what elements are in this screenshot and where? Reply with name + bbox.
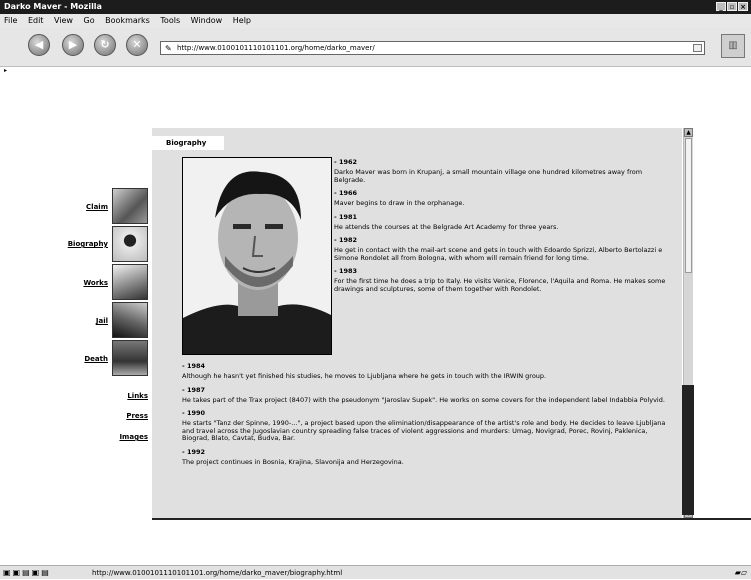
- page-icon: ✎: [165, 44, 172, 53]
- window-titlebar: Darko Maver - Mozilla _ ▫ ×: [0, 0, 751, 14]
- bio-text: He get in contact with the mail-art scen…: [334, 246, 663, 262]
- go-button[interactable]: [693, 44, 702, 52]
- biography-frame: Biography - 1962 Darko Maver was born in…: [152, 128, 682, 518]
- forward-icon: ▶: [68, 38, 78, 51]
- stop-button[interactable]: ✕: [126, 34, 148, 56]
- bio-text: The project continues in Bosnia, Krajina…: [182, 457, 404, 466]
- stop-icon: ✕: [132, 38, 142, 51]
- reload-button[interactable]: ↻: [94, 34, 116, 56]
- nav-link-press[interactable]: Press: [100, 412, 148, 420]
- window-controls: _ ▫ ×: [716, 2, 748, 11]
- bio-text: Although he hasn't yet finished his stud…: [182, 372, 547, 380]
- close-button[interactable]: ×: [738, 2, 748, 11]
- bio-year: - 1981: [334, 212, 358, 221]
- back-icon: ◀: [34, 38, 44, 51]
- sidebar-toggle-icon[interactable]: ▸: [4, 67, 16, 74]
- forward-button[interactable]: ▶: [62, 34, 84, 56]
- menu-tools[interactable]: Tools: [160, 16, 180, 25]
- status-url: http://www.0100101110101101.org/home/dar…: [92, 569, 343, 577]
- nav-link-jail[interactable]: Jail: [60, 317, 108, 325]
- minimize-button[interactable]: _: [716, 2, 726, 11]
- url-field[interactable]: ✎ http://www.0100101110101101.org/home/d…: [160, 41, 705, 55]
- url-text: http://www.0100101110101101.org/home/dar…: [177, 44, 375, 52]
- thumbnail-claim[interactable]: [112, 188, 148, 224]
- menu-bar: File Edit View Go Bookmarks Tools Window…: [0, 14, 751, 28]
- nav-link-death[interactable]: Death: [60, 355, 108, 363]
- bio-year: - 1992: [182, 447, 206, 456]
- nav-link-claim[interactable]: Claim: [60, 203, 108, 211]
- maximize-button[interactable]: ▫: [727, 2, 737, 11]
- bio-year: - 1962: [334, 158, 358, 166]
- thumbnail-death[interactable]: [112, 340, 148, 376]
- nav-link-links[interactable]: Links: [100, 392, 148, 400]
- bio-year: - 1987: [182, 385, 206, 394]
- bio-text: Darko Maver was born in Krupanj, a small…: [334, 168, 643, 184]
- nav-link-images[interactable]: Images: [100, 433, 148, 441]
- menu-edit[interactable]: Edit: [28, 16, 44, 25]
- scroll-thumb[interactable]: [685, 138, 692, 273]
- thumbnail-works[interactable]: [112, 264, 148, 300]
- bio-year: - 1984: [182, 362, 206, 370]
- scroll-up-arrow-icon[interactable]: ▲: [684, 128, 693, 137]
- menu-file[interactable]: File: [4, 16, 17, 25]
- reload-icon: ↻: [100, 38, 110, 51]
- status-component-icons[interactable]: ▣▣▤▣▤: [3, 566, 51, 580]
- navigation-toolbar: ◀ ▶ ↻ ✕ ✎ http://www.0100101110101101.or…: [0, 28, 751, 67]
- security-lock-icon: ▰▱: [734, 568, 747, 577]
- bio-year: - 1966: [334, 189, 358, 197]
- nav-link-biography[interactable]: Biography: [50, 240, 108, 248]
- nav-link-works[interactable]: Works: [60, 279, 108, 287]
- portrait-image: [183, 158, 331, 354]
- window-title: Darko Maver - Mozilla: [4, 2, 102, 11]
- scroll-track-shadow: [682, 385, 694, 515]
- bio-text: He attends the courses at the Belgrade A…: [334, 222, 559, 231]
- bio-year: - 1990: [182, 409, 206, 417]
- bio-text: He takes part of the Trax project (8407)…: [182, 395, 665, 404]
- tab-biography: Biography: [152, 136, 224, 150]
- menu-window[interactable]: Window: [191, 16, 223, 25]
- bio-text: Maver begins to draw in the orphanage.: [334, 199, 465, 207]
- biography-continued: - 1984 Although he hasn't yet finished h…: [182, 362, 672, 471]
- back-button[interactable]: ◀: [28, 34, 50, 56]
- bio-year: - 1983: [334, 267, 358, 275]
- frame-bottom-border: [152, 518, 751, 520]
- thumbnail-jail[interactable]: [112, 302, 148, 338]
- bio-text: He starts "Tanz der Spinne, 1990-...", a…: [182, 419, 666, 442]
- bio-text: For the first time he does a trip to Ita…: [334, 277, 666, 293]
- thumbnail-biography[interactable]: [112, 226, 148, 262]
- bio-year: - 1982: [334, 236, 358, 244]
- menu-go[interactable]: Go: [84, 16, 95, 25]
- menu-view[interactable]: View: [54, 16, 73, 25]
- throbber-icon: ▥: [721, 34, 745, 58]
- biography-column: - 1962 Darko Maver was born in Krupanj, …: [334, 158, 674, 298]
- menu-bookmarks[interactable]: Bookmarks: [105, 16, 150, 25]
- portrait-photo: [182, 157, 332, 355]
- status-bar: ▣▣▤▣▤ http://www.0100101110101101.org/ho…: [0, 565, 751, 579]
- menu-help[interactable]: Help: [233, 16, 251, 25]
